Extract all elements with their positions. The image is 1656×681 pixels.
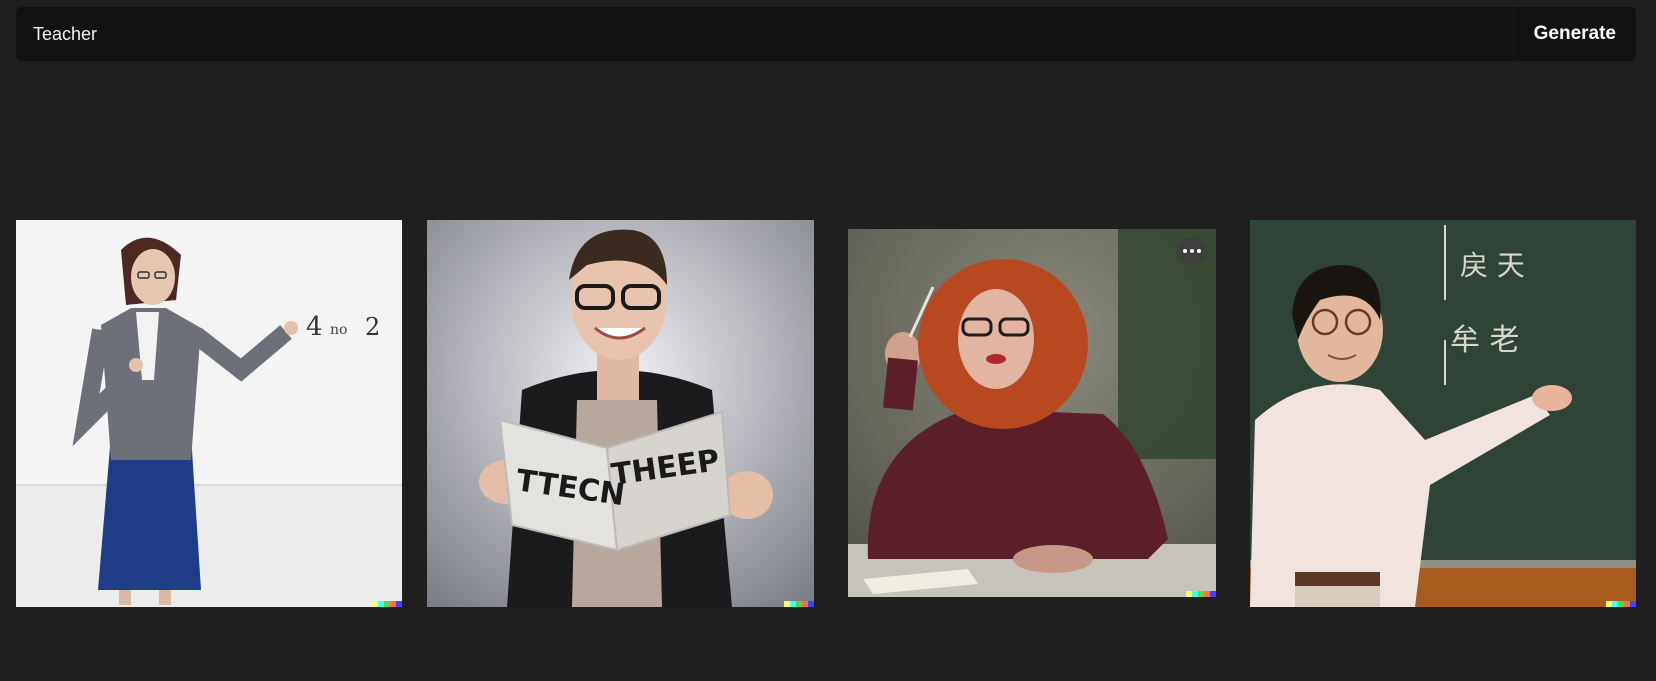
signature-strip bbox=[1606, 601, 1636, 607]
result-image-4[interactable]: 戻 天 牟 老 bbox=[1250, 220, 1636, 607]
signature-strip bbox=[372, 601, 402, 607]
teacher-book-image: TTECN THEEP bbox=[427, 220, 814, 607]
signature-strip bbox=[784, 601, 814, 607]
result-image-3[interactable] bbox=[848, 229, 1216, 597]
signature-swatch bbox=[1210, 591, 1216, 597]
teacher-whiteboard-image: 4 no 2 bbox=[16, 220, 402, 607]
more-options-button[interactable] bbox=[1177, 238, 1207, 264]
signature-swatch bbox=[396, 601, 402, 607]
board-text-1: 4 bbox=[306, 312, 323, 342]
board-text-2: no bbox=[330, 322, 347, 338]
board-text-3: 2 bbox=[365, 313, 380, 341]
prompt-input[interactable] bbox=[16, 7, 1513, 61]
teacher-chalkboard-image: 戻 天 牟 老 bbox=[1250, 220, 1636, 607]
result-image-2[interactable]: TTECN THEEP bbox=[427, 220, 814, 607]
prompt-bar: Generate bbox=[16, 7, 1636, 61]
signature-swatch bbox=[808, 601, 814, 607]
signature-strip bbox=[1186, 591, 1216, 597]
svg-text:戻 天: 戻 天 bbox=[1460, 249, 1525, 282]
svg-text:牟 老: 牟 老 bbox=[1450, 323, 1520, 358]
signature-swatch bbox=[1630, 601, 1636, 607]
teacher-chalk-image bbox=[848, 229, 1216, 597]
more-horizontal-icon bbox=[1183, 249, 1187, 253]
generate-button[interactable]: Generate bbox=[1512, 7, 1636, 61]
result-image-1[interactable]: 4 no 2 bbox=[16, 220, 402, 607]
